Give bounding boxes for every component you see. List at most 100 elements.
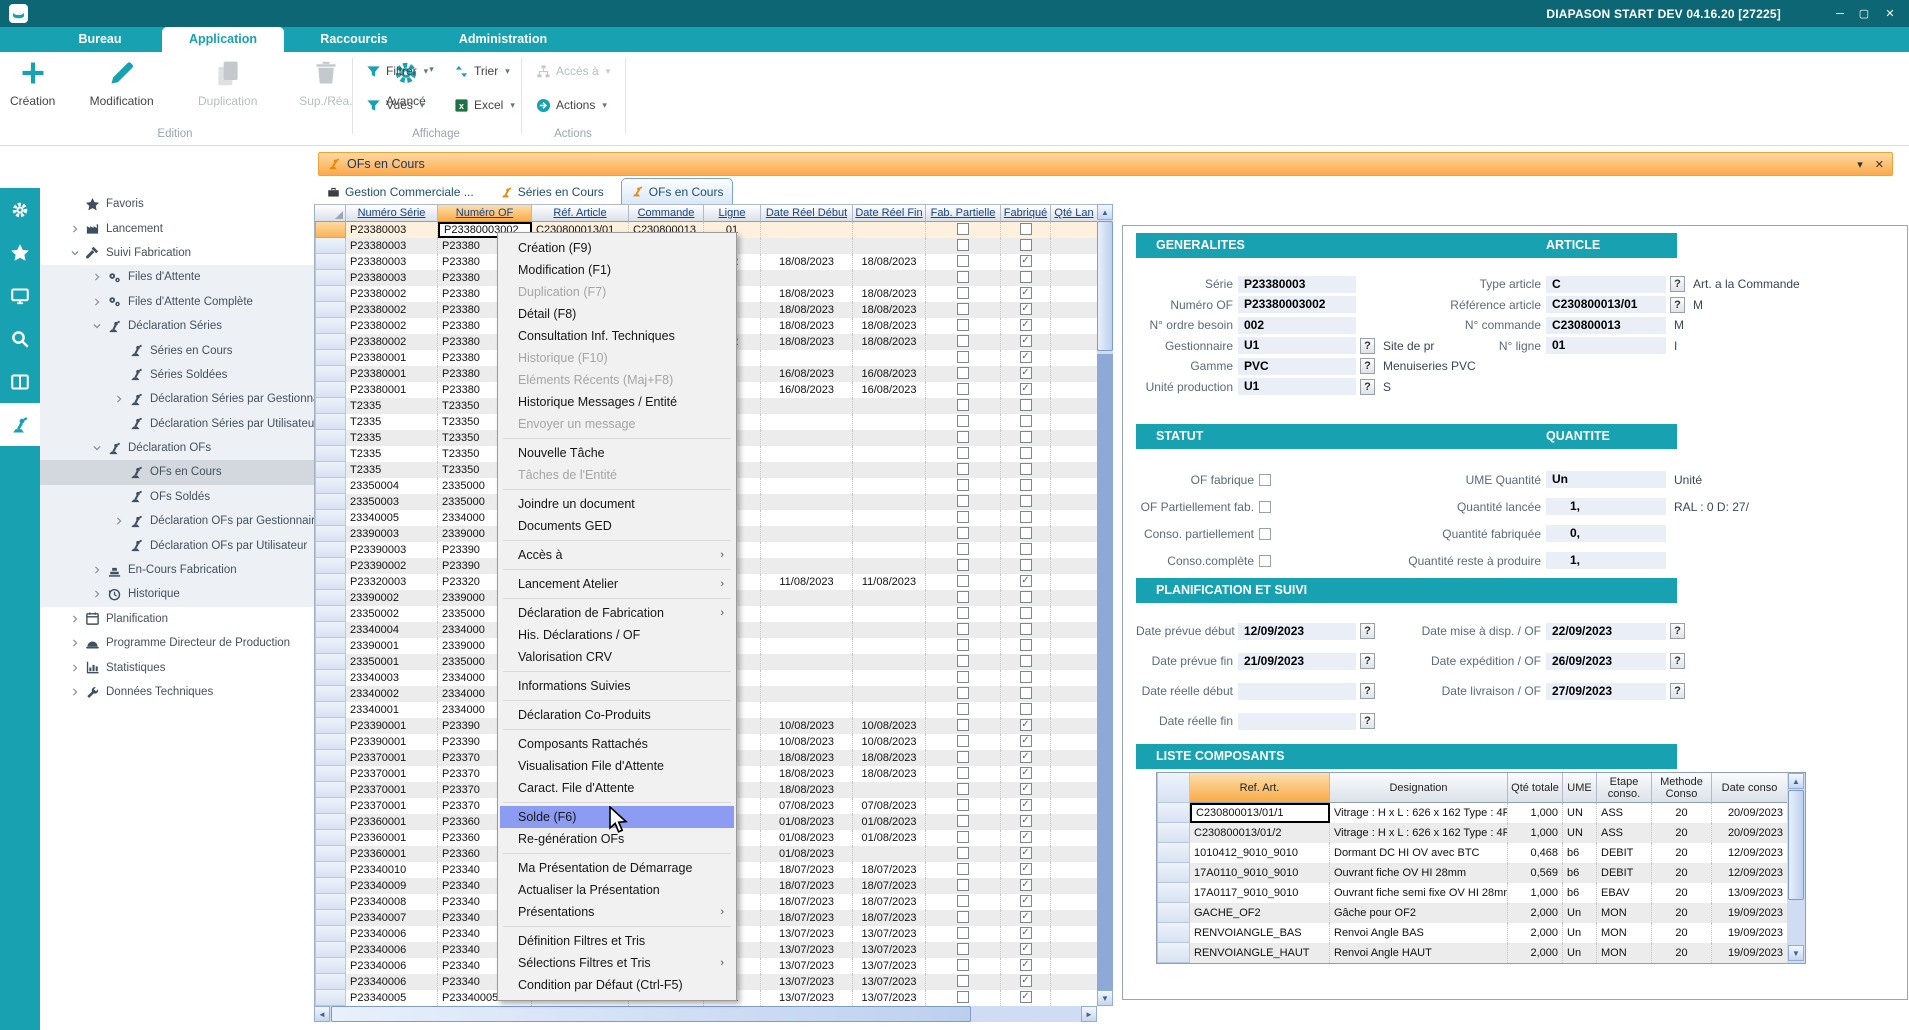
chevron-right-icon[interactable] [88,565,106,575]
row-selector[interactable] [315,990,346,1006]
checkbox-fabrique[interactable]: ✓ [1020,735,1032,747]
row-selector[interactable] [315,334,346,350]
cell-qte-lancee[interactable] [1051,910,1097,926]
cell-fab-partielle[interactable] [926,558,1001,574]
cell-fab-partielle[interactable] [926,478,1001,494]
row-selector[interactable] [1157,943,1190,963]
cell-fab-partielle[interactable] [926,606,1001,622]
row-selector[interactable] [315,398,346,414]
cell-date-fin[interactable]: 18/08/2023 [853,318,926,334]
cell-numero-serie[interactable]: 23350004 [346,478,438,494]
cell-numero-serie[interactable]: P23380003 [346,270,438,286]
checkbox-fab-partielle[interactable] [957,607,969,619]
cell-date-debut[interactable]: 16/08/2023 [761,366,853,382]
field-value[interactable]: U1 [1238,378,1356,395]
cell-qte-lancee[interactable] [1051,286,1097,302]
row-selector[interactable] [315,814,346,830]
cell-qte-lancee[interactable] [1051,734,1097,750]
cell-numero-serie[interactable]: P23390001 [346,718,438,734]
tab-s-ries-en-cours[interactable]: Séries en Cours [491,180,613,204]
row-selector[interactable] [315,702,346,718]
help-button[interactable]: ? [1670,653,1685,669]
cell-date-debut[interactable] [761,430,853,446]
composants-cell-1[interactable]: RENVOIANGLE_BAS [1190,923,1330,943]
row-selector[interactable] [315,942,346,958]
checkbox-fab-partielle[interactable] [957,527,969,539]
ribbon-button-trier[interactable]: Trier▾ [454,60,510,82]
cell-date-fin[interactable]: 10/08/2023 [853,734,926,750]
row-selector[interactable] [1157,903,1190,923]
composants-row[interactable]: 17A0117_9010_9010Ouvrant fiche semi fixe… [1157,883,1805,903]
checkbox-fab-partielle[interactable] [957,831,969,843]
cell-qte-lancee[interactable] [1051,702,1097,718]
iconbar-star-icon[interactable] [0,231,40,274]
cell-date-debut[interactable] [761,622,853,638]
cell-fabrique[interactable] [1001,654,1051,670]
composants-column-5[interactable]: Etape conso. [1597,773,1652,803]
composants-cell-7[interactable]: 19/09/2023 [1712,903,1788,923]
menu-item-modification-f1-[interactable]: Modification (F1) [500,259,734,281]
cell-date-fin[interactable] [853,222,926,238]
sidebar-item-statistiques[interactable]: Statistiques [40,655,314,679]
cell-date-debut[interactable] [761,590,853,606]
cell-numero-serie[interactable]: P23380001 [346,350,438,366]
cell-qte-lancee[interactable] [1051,510,1097,526]
cell-fab-partielle[interactable] [926,414,1001,430]
cell-fabrique[interactable] [1001,478,1051,494]
chevron-right-icon[interactable] [66,663,84,673]
field-value[interactable]: 12/09/2023 [1238,623,1356,640]
column-header-3[interactable]: Réf. Article [532,204,629,222]
cell-fab-partielle[interactable] [926,286,1001,302]
row-selector[interactable] [1157,923,1190,943]
column-header-10[interactable]: Qté Lan [1051,204,1097,222]
cell-date-debut[interactable]: 13/07/2023 [761,942,853,958]
cell-qte-lancee[interactable] [1051,638,1097,654]
menu-item-documents-ged[interactable]: Documents GED [500,515,734,537]
cell-qte-lancee[interactable] [1051,366,1097,382]
checkbox-fab-partielle[interactable] [957,591,969,603]
row-selector[interactable] [315,910,346,926]
menu-item-informations-suivies[interactable]: Informations Suivies [500,675,734,697]
ribbon-button-création[interactable]: Création [10,56,55,108]
cell-fab-partielle[interactable] [926,494,1001,510]
composants-cell-3[interactable]: 2,000 [1508,903,1563,923]
chevron-right-icon[interactable] [66,614,84,624]
cell-fab-partielle[interactable] [926,686,1001,702]
checkbox-fabrique[interactable] [1020,607,1032,619]
cell-fab-partielle[interactable] [926,238,1001,254]
cell-fab-partielle[interactable] [926,830,1001,846]
cell-numero-serie[interactable]: P23380003 [346,254,438,270]
composants-cell-2[interactable]: Ouvrant fiche semi fixe OV HI 28mm [1330,883,1508,903]
help-button[interactable]: ? [1360,713,1375,729]
cell-date-debut[interactable] [761,494,853,510]
checkbox-fabrique[interactable] [1020,415,1032,427]
composants-cell-2[interactable]: Dormant DC HI OV avec BTC [1330,843,1508,863]
cell-date-debut[interactable]: 10/08/2023 [761,734,853,750]
cell-fabrique[interactable] [1001,238,1051,254]
cell-fabrique[interactable] [1001,270,1051,286]
cell-qte-lancee[interactable] [1051,270,1097,286]
checkbox-fabrique[interactable]: ✓ [1020,303,1032,315]
checkbox-fabrique[interactable]: ✓ [1020,959,1032,971]
cell-qte-lancee[interactable] [1051,238,1097,254]
checkbox-fabrique[interactable] [1020,463,1032,475]
cell-fab-partielle[interactable] [926,878,1001,894]
cell-fabrique[interactable] [1001,446,1051,462]
checkbox-fabrique[interactable] [1020,271,1032,283]
cell-date-fin[interactable] [853,478,926,494]
sidebar-item-planification[interactable]: Planification [40,607,314,631]
cell-date-debut[interactable] [761,670,853,686]
cell-numero-serie[interactable]: P23340009 [346,878,438,894]
cell-qte-lancee[interactable] [1051,766,1097,782]
field-value[interactable]: 1, [1546,498,1666,515]
checkbox-fab-partielle[interactable] [957,383,969,395]
checkbox-fabrique[interactable]: ✓ [1020,335,1032,347]
checkbox-fab-partielle[interactable] [957,367,969,379]
composants-cell-3[interactable]: 1,000 [1508,883,1563,903]
cell-numero-serie[interactable]: 23340001 [346,702,438,718]
checkbox-fabrique[interactable] [1020,511,1032,523]
cell-numero-serie[interactable]: P23360001 [346,814,438,830]
iconbar-search-icon[interactable] [0,317,40,360]
row-selector[interactable] [315,350,346,366]
composants-row[interactable]: RENVOIANGLE_BASRenvoi Angle BAS2,000UnMO… [1157,923,1805,943]
